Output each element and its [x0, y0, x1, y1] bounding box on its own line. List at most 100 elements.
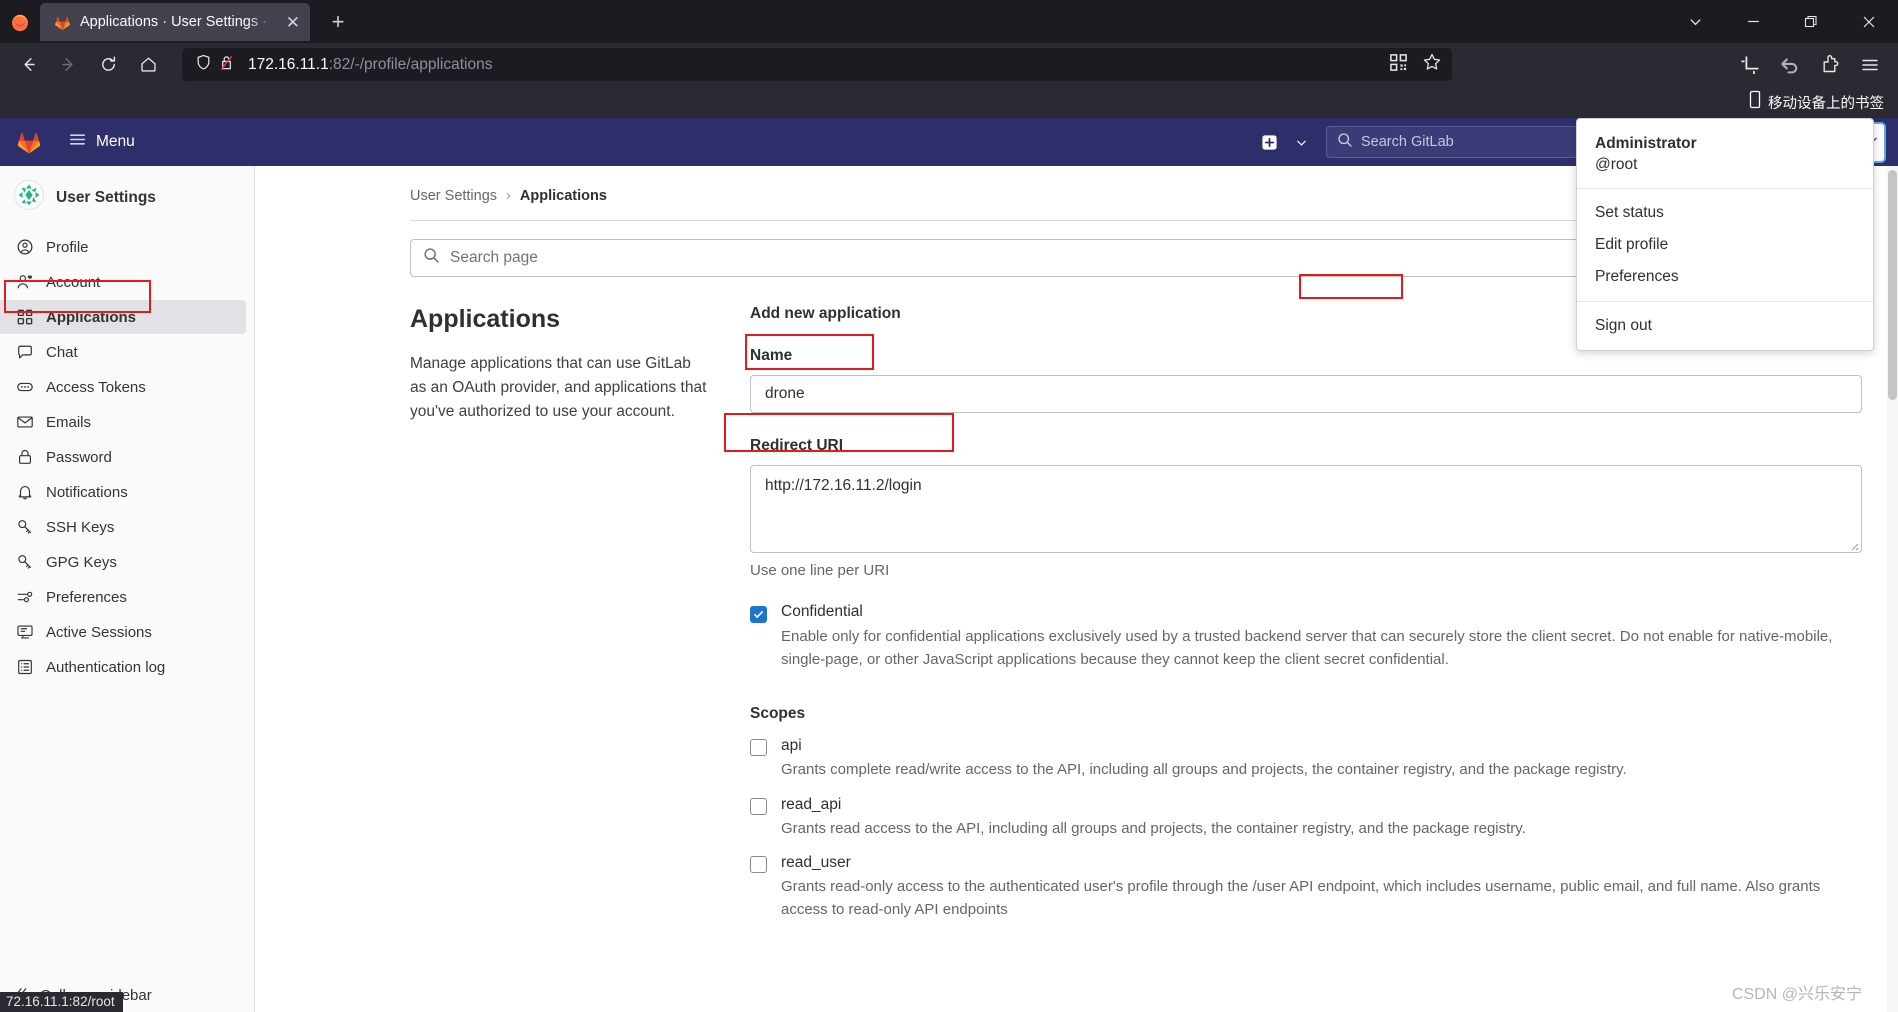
- browser-toolbar-actions: [1730, 47, 1890, 82]
- bookmark-star-icon[interactable]: [1422, 52, 1442, 77]
- minimize-button[interactable]: [1724, 0, 1782, 43]
- sidebar-item-access-tokens[interactable]: Access Tokens: [0, 370, 246, 404]
- redirect-uri-field[interactable]: http://172.16.11.2/login: [750, 465, 1862, 553]
- create-new-button[interactable]: [1254, 126, 1284, 158]
- user-settings-sidebar: User Settings Profile Account Applicatio…: [0, 166, 255, 1012]
- sidebar-item-chat[interactable]: Chat: [0, 335, 246, 369]
- back-arrow-icon[interactable]: [8, 47, 48, 82]
- name-field[interactable]: drone: [750, 375, 1862, 413]
- tracking-protection-shield-icon[interactable]: [194, 53, 213, 77]
- sidebar-item-label: Applications: [46, 308, 137, 326]
- sidebar-item-preferences[interactable]: Preferences: [0, 580, 246, 614]
- resize-grip-icon[interactable]: [1847, 538, 1859, 551]
- sidebar-item-gpg-keys[interactable]: GPG Keys: [0, 545, 246, 579]
- sidebar-item-label: Chat: [46, 343, 78, 361]
- add-application-form: Add new application Name drone Redirect …: [750, 305, 1862, 921]
- sidebar-item-applications[interactable]: Applications: [0, 300, 246, 334]
- sidebar-item-password[interactable]: Password: [0, 440, 246, 474]
- confidential-description: Enable only for confidential application…: [781, 628, 1833, 668]
- sidebar-item-emails[interactable]: Emails: [0, 405, 246, 439]
- scope-description: Grants read-only access to the authentic…: [781, 878, 1821, 918]
- extension-icon[interactable]: [1810, 47, 1850, 82]
- scopes-label: Scopes: [750, 705, 806, 722]
- user-handle: @root: [1595, 156, 1638, 173]
- user-circle-icon: [16, 238, 34, 256]
- browser-status-bar: 72.16.11.1:82/root: [0, 992, 123, 1012]
- sidebar-item-label: Account: [46, 273, 101, 291]
- sidebar-item-notifications[interactable]: Notifications: [0, 475, 246, 509]
- home-icon[interactable]: [128, 47, 168, 82]
- new-tab-button[interactable]: +: [320, 4, 356, 40]
- scope-name: read_user: [781, 854, 851, 871]
- tab-list-chevron-icon[interactable]: [1666, 0, 1724, 43]
- hamburger-menu-icon: [68, 130, 87, 154]
- sidebar-item-account[interactable]: Account: [0, 265, 246, 299]
- create-new-chevron-down-icon[interactable]: [1286, 126, 1316, 158]
- confidential-label: Confidential: [781, 603, 863, 620]
- redirect-uri-label: Redirect URI: [750, 437, 844, 454]
- sidebar-item-label: Active Sessions: [46, 623, 152, 641]
- sidebar-item-active-sessions[interactable]: Active Sessions: [0, 615, 246, 649]
- bookmark-item-mobile[interactable]: 移动设备上的书签: [1768, 92, 1884, 113]
- insecure-connection-icon[interactable]: [217, 53, 236, 77]
- scope-checkbox-read-user[interactable]: [750, 856, 767, 873]
- redirect-uri-value: http://172.16.11.2/login: [765, 477, 922, 494]
- scope-row-read-user: read_user Grants read-only access to the…: [750, 854, 1862, 921]
- sidebar-item-label: Notifications: [46, 483, 128, 501]
- user-display-name: Administrator: [1595, 135, 1697, 152]
- screenshot-icon[interactable]: [1730, 47, 1770, 82]
- qr-code-icon[interactable]: [1389, 53, 1408, 77]
- gitlab-logo-icon[interactable]: [0, 129, 58, 155]
- page-title: Applications: [410, 305, 561, 333]
- confidential-checkbox[interactable]: [750, 606, 767, 623]
- browser-navigation-bar: 172.16.11.1:82/-/profile/applications: [0, 43, 1898, 86]
- mobile-device-icon: [1748, 90, 1762, 114]
- confidential-row: Confidential Enable only for confidentia…: [750, 603, 1862, 671]
- tab-close-icon[interactable]: ✕: [284, 14, 302, 31]
- sidebar-item-ssh-keys[interactable]: SSH Keys: [0, 510, 246, 544]
- address-bar[interactable]: 172.16.11.1:82/-/profile/applications: [182, 48, 1452, 81]
- user-dropdown-header: Administrator @root: [1577, 119, 1873, 189]
- search-page-placeholder: Search page: [450, 249, 538, 266]
- scope-row-read-api: read_api Grants read access to the API, …: [750, 796, 1862, 841]
- scrollbar-thumb[interactable]: [1888, 170, 1897, 400]
- scope-description: Grants complete read/write access to the…: [781, 761, 1627, 778]
- tab-title: Applications · User Settings ·: [80, 14, 267, 30]
- maximize-restore-button[interactable]: [1782, 0, 1840, 43]
- main-menu-button[interactable]: Menu: [58, 124, 145, 160]
- sidebar-item-label: Profile: [46, 238, 89, 256]
- scope-checkbox-read-api[interactable]: [750, 797, 767, 815]
- redirect-uri-help: Use one line per URI: [750, 562, 890, 579]
- log-list-icon: [16, 658, 34, 676]
- user-dropdown-menu: Administrator @root Set status Edit prof…: [1576, 118, 1874, 351]
- user-dropdown-section-actions: Set status Edit profile Preferences: [1577, 189, 1873, 302]
- sidebar-item-profile[interactable]: Profile: [0, 230, 246, 264]
- menu-item-sign-out[interactable]: Sign out: [1577, 310, 1873, 342]
- key-icon: [16, 518, 34, 536]
- reload-icon[interactable]: [88, 47, 128, 82]
- sidebar-item-label: Preferences: [46, 588, 127, 606]
- hamburger-menu-icon[interactable]: [1850, 47, 1890, 82]
- browser-tab[interactable]: Applications · User Settings · ✕: [40, 3, 310, 41]
- menu-item-preferences[interactable]: Preferences: [1577, 261, 1873, 293]
- main-menu-label: Menu: [96, 133, 135, 150]
- sidebar-item-authentication-log[interactable]: Authentication log: [0, 650, 246, 684]
- scope-name: api: [781, 737, 802, 754]
- close-window-button[interactable]: [1840, 0, 1898, 43]
- breadcrumb-parent[interactable]: User Settings: [410, 188, 497, 204]
- breadcrumb-current: Applications: [519, 188, 607, 204]
- scope-checkbox-api[interactable]: [750, 739, 767, 756]
- gitlab-favicon-icon: [54, 14, 71, 31]
- bookmarks-bar: 移动设备上的书签: [0, 86, 1898, 118]
- sidebar-item-label: SSH Keys: [46, 518, 115, 536]
- menu-item-set-status[interactable]: Set status: [1577, 197, 1873, 229]
- sidebar-header[interactable]: User Settings: [0, 166, 254, 229]
- undo-icon[interactable]: [1770, 47, 1810, 82]
- firefox-logo-icon: [0, 0, 40, 43]
- sidebar-item-label: Emails: [46, 413, 92, 431]
- forward-arrow-icon: [48, 47, 88, 82]
- search-icon: [1337, 132, 1353, 153]
- page-scrollbar[interactable]: [1887, 166, 1898, 1012]
- sidebar-item-label: Authentication log: [46, 658, 166, 676]
- menu-item-edit-profile[interactable]: Edit profile: [1577, 229, 1873, 261]
